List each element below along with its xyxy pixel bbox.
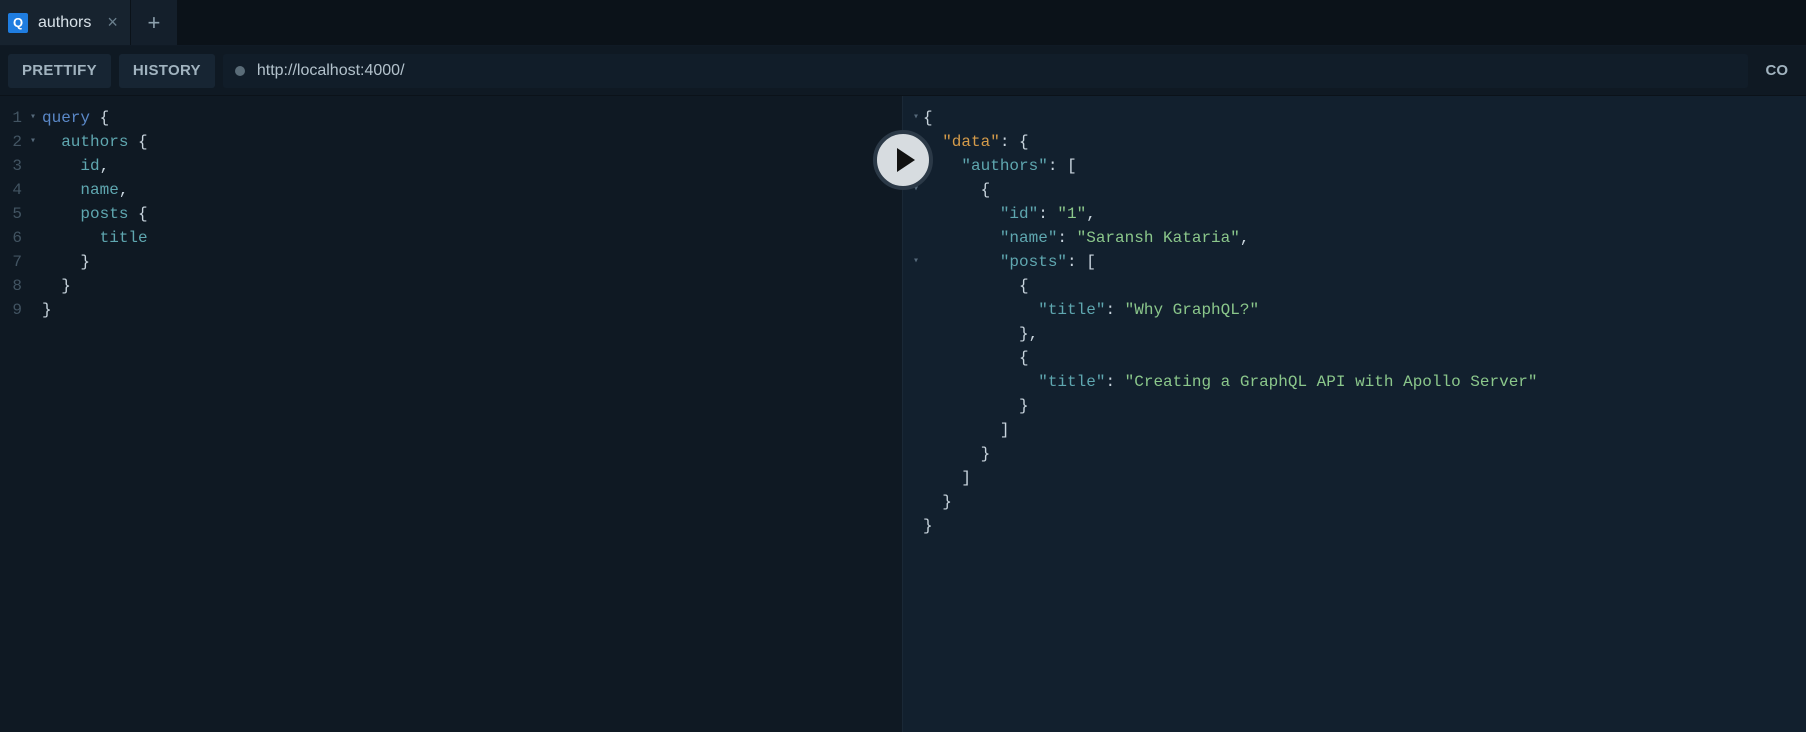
tab-label: authors <box>38 14 91 32</box>
tab-type-icon: Q <box>8 13 28 33</box>
tab-authors[interactable]: Q authors × <box>0 0 131 45</box>
history-button[interactable]: HISTORY <box>119 54 215 88</box>
response-viewer[interactable]: ▾ ▾ ▾ ▾ ▾ <box>903 96 1806 558</box>
new-tab-button[interactable]: + <box>131 0 177 45</box>
response-pane: ▾ ▾ ▾ ▾ ▾ <box>903 96 1806 732</box>
toolbar: PRETTIFY HISTORY CO <box>0 46 1806 96</box>
tab-bar: Q authors × + <box>0 0 1806 46</box>
play-icon <box>897 148 915 172</box>
endpoint-field[interactable] <box>223 54 1748 88</box>
status-dot-icon <box>235 66 245 76</box>
line-gutter: 1 2 3 4 5 6 7 8 9 <box>0 106 30 322</box>
graphql-playground: Q authors × + PRETTIFY HISTORY CO 1 2 3 … <box>0 0 1806 732</box>
close-icon[interactable]: × <box>101 12 118 33</box>
query-code[interactable]: query { authors { id, name, posts { titl… <box>42 106 148 322</box>
query-editor-pane[interactable]: 1 2 3 4 5 6 7 8 9 ▾ ▾ <box>0 96 903 732</box>
editor-panes: 1 2 3 4 5 6 7 8 9 ▾ ▾ <box>0 96 1806 732</box>
endpoint-input[interactable] <box>257 62 1736 80</box>
fold-gutter[interactable]: ▾ ▾ <box>30 106 42 322</box>
query-editor[interactable]: 1 2 3 4 5 6 7 8 9 ▾ ▾ <box>0 96 902 342</box>
prettify-button[interactable]: PRETTIFY <box>8 54 111 88</box>
execute-button[interactable] <box>873 130 933 190</box>
copy-curl-button[interactable]: CO <box>1756 54 1799 88</box>
response-code: { "data": { "authors": [ { "id": "1", "n… <box>923 106 1538 538</box>
